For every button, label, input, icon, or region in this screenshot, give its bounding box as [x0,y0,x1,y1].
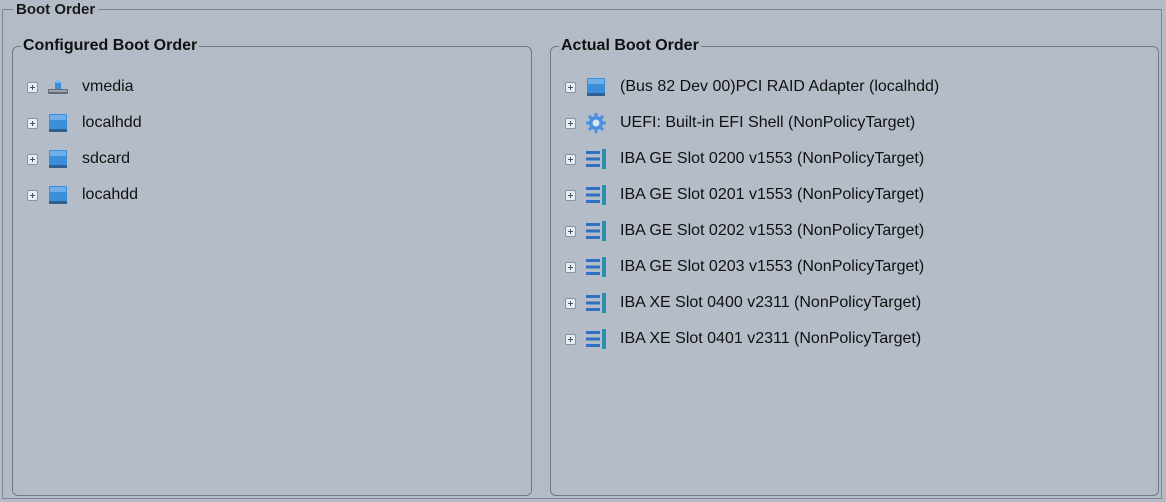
actual-boot-order-title: Actual Boot Order [559,36,701,56]
network-icon [586,185,606,205]
tree-item-label: IBA GE Slot 0201 v1553 (NonPolicyTarget) [620,186,925,203]
tree-row-localhdd[interactable]: localhdd [27,105,531,141]
tree-row-sdcard[interactable]: sdcard [27,141,531,177]
network-icon [586,221,606,241]
configured-boot-order-title: Configured Boot Order [21,36,200,56]
configured-boot-order-panel: Configured Boot Order vmedia localhdd sd… [12,36,532,496]
network-icon [586,149,606,169]
tree-row-locahdd[interactable]: locahdd [27,177,531,213]
gear-icon [586,113,606,133]
actual-boot-order-tree: (Bus 82 Dev 00)PCI RAID Adapter (localhd… [565,69,1158,357]
tree-row-pci-raid[interactable]: (Bus 82 Dev 00)PCI RAID Adapter (localhd… [565,69,1158,105]
expand-icon[interactable] [27,153,38,165]
tree-row-iba-ge-0203[interactable]: IBA GE Slot 0203 v1553 (NonPolicyTarget) [565,249,1158,285]
tree-row-iba-ge-0201[interactable]: IBA GE Slot 0201 v1553 (NonPolicyTarget) [565,177,1158,213]
tree-item-label: vmedia [82,78,134,95]
tree-item-label: (Bus 82 Dev 00)PCI RAID Adapter (localhd… [620,78,940,95]
network-icon [586,329,606,349]
tree-row-uefi-shell[interactable]: UEFI: Built-in EFI Shell (NonPolicyTarge… [565,105,1158,141]
boot-order-title: Boot Order [13,2,99,18]
expand-icon[interactable] [565,81,576,93]
expand-icon[interactable] [565,153,576,165]
tree-row-vmedia[interactable]: vmedia [27,69,531,105]
tree-item-label: UEFI: Built-in EFI Shell (NonPolicyTarge… [620,114,916,131]
tree-item-label: IBA XE Slot 0401 v2311 (NonPolicyTarget) [620,330,922,347]
disk-icon [49,114,67,132]
tree-item-label: IBA GE Slot 0202 v1553 (NonPolicyTarget) [620,222,925,239]
expand-icon[interactable] [27,189,38,201]
expand-icon[interactable] [27,117,38,129]
vmedia-icon [48,80,68,94]
expand-icon[interactable] [565,225,576,237]
disk-icon [49,150,67,168]
tree-item-label: locahdd [82,186,139,203]
tree-item-label: sdcard [82,150,131,167]
expand-icon[interactable] [565,117,576,129]
actual-boot-order-panel: Actual Boot Order (Bus 82 Dev 00)PCI RAI… [550,36,1159,496]
tree-row-iba-xe-0401[interactable]: IBA XE Slot 0401 v2311 (NonPolicyTarget) [565,321,1158,357]
tree-row-iba-xe-0400[interactable]: IBA XE Slot 0400 v2311 (NonPolicyTarget) [565,285,1158,321]
tree-row-iba-ge-0202[interactable]: IBA GE Slot 0202 v1553 (NonPolicyTarget) [565,213,1158,249]
tree-item-label: IBA XE Slot 0400 v2311 (NonPolicyTarget) [620,294,922,311]
disk-icon [49,186,67,204]
disk-icon [587,78,605,96]
tree-row-iba-ge-0200[interactable]: IBA GE Slot 0200 v1553 (NonPolicyTarget) [565,141,1158,177]
expand-icon[interactable] [565,333,576,345]
network-icon [586,293,606,313]
expand-icon[interactable] [565,261,576,273]
expand-icon[interactable] [27,81,38,93]
network-icon [586,257,606,277]
tree-item-label: IBA GE Slot 0200 v1553 (NonPolicyTarget) [620,150,925,167]
configured-boot-order-tree: vmedia localhdd sdcard locahdd [27,69,531,213]
expand-icon[interactable] [565,297,576,309]
tree-item-label: localhdd [82,114,142,131]
tree-item-label: IBA GE Slot 0203 v1553 (NonPolicyTarget) [620,258,925,275]
expand-icon[interactable] [565,189,576,201]
